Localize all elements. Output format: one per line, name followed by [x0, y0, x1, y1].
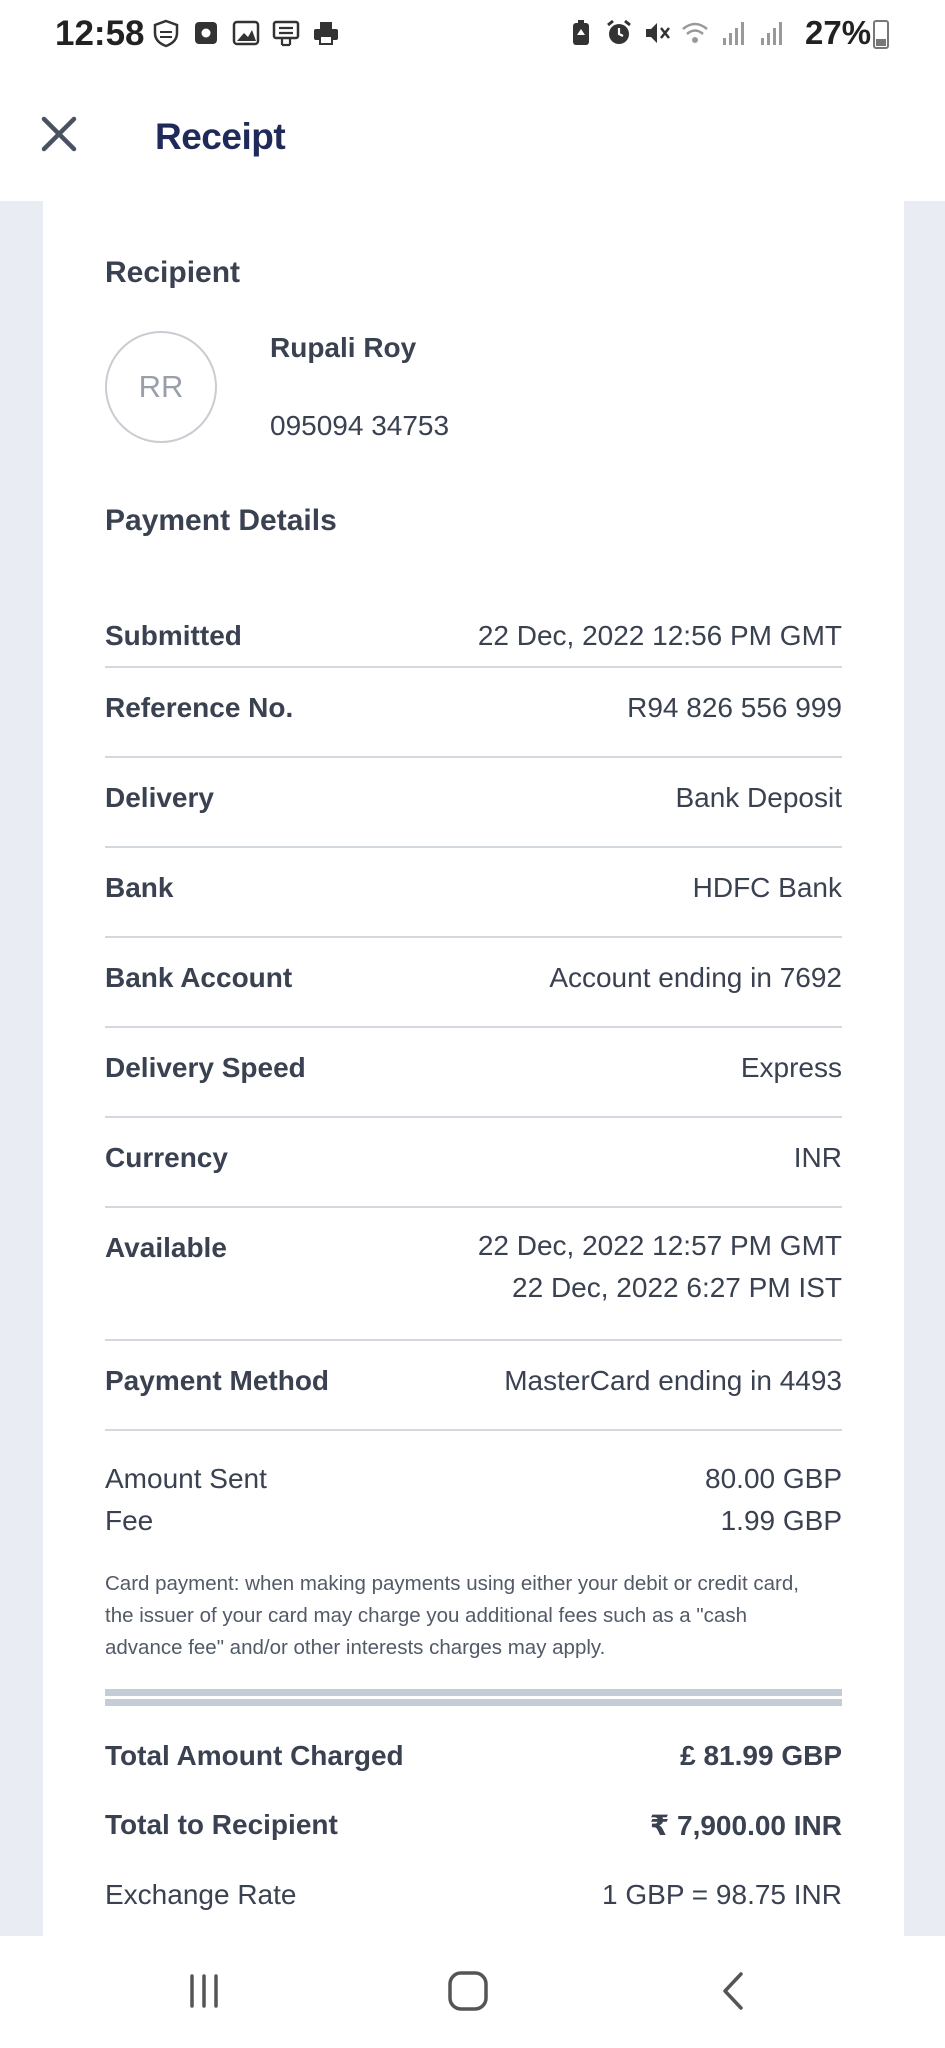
signal-icon: [761, 22, 782, 45]
detail-label: Delivery: [105, 782, 214, 813]
notification-icon: [195, 22, 217, 44]
home-icon[interactable]: [438, 1966, 498, 2016]
battery-icon: [873, 20, 889, 49]
recipient-section-title: Recipient: [105, 256, 241, 289]
recipient-name: Rupali Roy: [270, 332, 417, 363]
card-payment-note: Card payment: when making payments using…: [105, 1572, 799, 1659]
status-left-icons: [152, 18, 340, 48]
close-icon[interactable]: [38, 113, 80, 155]
detail-row-bank: Bank HDFC Bank: [105, 848, 842, 938]
alarm-icon: [607, 19, 631, 44]
shield-icon: [153, 19, 179, 48]
total-charged-value: £ 81.99 GBP: [680, 1740, 842, 1771]
detail-value: 22 Dec, 2022 12:57 PM GMT 22 Dec, 2022 6…: [478, 1225, 842, 1309]
status-bar: 12:58 27%: [0, 0, 945, 70]
amount-sent-label: Amount Sent: [105, 1463, 267, 1494]
payment-details-title: Payment Details: [105, 504, 337, 537]
detail-row-delivery: Delivery Bank Deposit: [105, 758, 842, 848]
detail-label: Available: [105, 1232, 227, 1263]
fee-label: Fee: [105, 1505, 154, 1536]
available-time-gmt: 22 Dec, 2022 12:57 PM GMT: [477, 1230, 842, 1261]
recipient-phone: 095094 34753: [270, 410, 450, 441]
detail-row-currency: Currency INR: [105, 1118, 842, 1208]
mute-icon: [646, 23, 670, 43]
detail-label: Delivery Speed: [105, 1052, 306, 1083]
detail-label: Currency: [105, 1142, 228, 1173]
detail-label: Submitted: [105, 620, 242, 651]
detail-label: Bank: [105, 872, 174, 903]
totals-divider: [105, 1689, 842, 1706]
detail-value: R94 826 556 999: [627, 692, 842, 723]
available-time-ist: 22 Dec, 2022 6:27 PM IST: [512, 1272, 842, 1303]
detail-label: Payment Method: [105, 1365, 330, 1396]
news-icon: [272, 20, 300, 47]
system-nav-bar: [0, 1936, 945, 2048]
print-icon: [314, 22, 338, 45]
detail-row-available: Available 22 Dec, 2022 12:57 PM GMT 22 D…: [105, 1208, 842, 1341]
total-recipient-value: ₹ 7,900.00 INR: [649, 1810, 842, 1841]
battery-saver-icon: [573, 20, 589, 45]
detail-row-payment-method: Payment Method MasterCard ending in 4493: [105, 1341, 842, 1431]
page-title: Receipt: [155, 116, 286, 157]
detail-value: MasterCard ending in 4493: [504, 1365, 842, 1396]
avatar-initials: RR: [138, 369, 184, 404]
signal-icon: [723, 22, 744, 45]
detail-value: Express: [740, 1052, 842, 1083]
detail-row-reference: Reference No. R94 826 556 999: [105, 668, 842, 758]
detail-value: INR: [793, 1142, 842, 1173]
detail-value: Bank Deposit: [675, 782, 842, 813]
detail-label: Bank Account: [105, 962, 293, 993]
detail-value: 22 Dec, 2022 12:56 PM GMT: [477, 620, 842, 651]
wifi-icon: [682, 22, 708, 43]
battery-percent: 27%: [805, 14, 872, 51]
header: Receipt: [0, 70, 945, 201]
status-right-icons: [567, 18, 785, 48]
avatar: RR: [105, 331, 217, 443]
exchange-rate-label: Exchange Rate: [105, 1879, 297, 1910]
detail-value: HDFC Bank: [692, 872, 842, 903]
total-charged-label: Total Amount Charged: [105, 1740, 404, 1771]
status-time: 12:58: [55, 14, 145, 53]
fee-value: 1.99 GBP: [720, 1505, 842, 1536]
amount-sent-value: 80.00 GBP: [705, 1463, 842, 1494]
recent-apps-icon[interactable]: [174, 1966, 234, 2016]
detail-row-bank-account: Bank Account Account ending in 7692: [105, 938, 842, 1028]
detail-row-submitted: Submitted 22 Dec, 2022 12:56 PM GMT: [105, 592, 842, 668]
detail-row-delivery-speed: Delivery Speed Express: [105, 1028, 842, 1118]
total-recipient-label: Total to Recipient: [105, 1809, 338, 1840]
detail-value: Account ending in 7692: [549, 962, 842, 993]
exchange-rate-value: 1 GBP = 98.75 INR: [602, 1879, 842, 1910]
gallery-icon: [232, 20, 260, 46]
detail-label: Reference No.: [105, 692, 294, 723]
back-icon[interactable]: [703, 1966, 763, 2016]
